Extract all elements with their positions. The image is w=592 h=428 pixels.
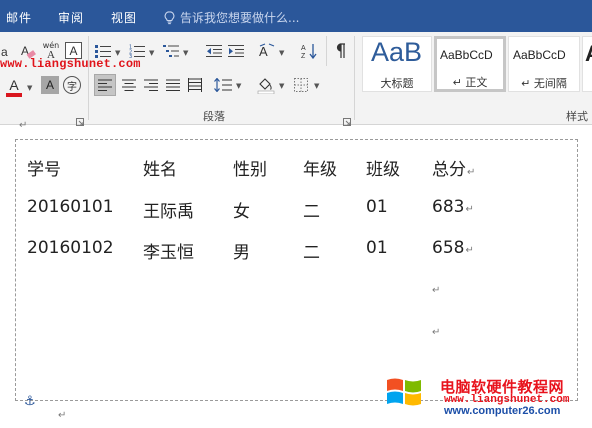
inner-separator xyxy=(326,36,327,66)
row2-name: 李玉恒 xyxy=(143,243,194,263)
enclose-characters-button[interactable]: 字 xyxy=(63,76,81,94)
style-normal-tile[interactable]: AaBbCcD ↵ 正文 xyxy=(434,36,506,92)
sort-icon[interactable]: AZ xyxy=(300,42,318,60)
row2-student-id: 20160102 xyxy=(27,238,114,258)
watermark-url-top: www.liangshunet.com xyxy=(0,57,141,71)
justify-button[interactable] xyxy=(162,74,184,96)
tell-me-placeholder: 告诉我您想要做什么... xyxy=(180,11,300,25)
bullets-dropdown-icon[interactable]: ▼ xyxy=(115,49,120,57)
style-partial-sample: A xyxy=(585,41,592,67)
row2-total: 658↵ xyxy=(432,238,474,258)
paragraph-mark: ↵ xyxy=(465,245,474,256)
style-partial-tile[interactable]: A xyxy=(582,36,592,92)
font-color-dropdown-icon[interactable]: ▼ xyxy=(27,84,32,92)
paragraph-mark: ↵ xyxy=(465,204,474,215)
font-color-swatch xyxy=(6,92,22,97)
header-student-id: 学号 xyxy=(27,160,61,180)
row1-class: 01 xyxy=(366,197,388,217)
style-no-spacing-tile[interactable]: AaBbCcD ↵ 无间隔 xyxy=(508,36,580,92)
row2-gender: 男 xyxy=(233,243,250,263)
numbering-icon[interactable]: 123 xyxy=(128,42,146,60)
group-separator xyxy=(354,36,355,120)
show-hide-marks-icon[interactable] xyxy=(331,42,349,60)
lightbulb-icon xyxy=(164,10,175,25)
distributed-align-button[interactable] xyxy=(184,74,206,96)
asian-layout-dropdown-icon[interactable]: ▼ xyxy=(279,49,284,57)
header-total: 总分↵ xyxy=(432,160,476,180)
row2-grade: 二 xyxy=(303,243,320,263)
numbering-dropdown-icon[interactable]: ▼ xyxy=(149,49,154,57)
borders-icon[interactable] xyxy=(290,74,312,96)
line-spacing-dropdown-icon[interactable]: ▼ xyxy=(236,82,241,90)
text-box[interactable]: 学号 姓名 性别 年级 班级 总分↵ 20160101 王际禹 女 二 01 6… xyxy=(15,139,578,401)
watermark-url-2: www.computer26.com xyxy=(444,405,561,417)
borders-dropdown-icon[interactable]: ▼ xyxy=(314,82,319,90)
style-no-spacing-name: ↵ 无间隔 xyxy=(521,77,567,90)
windows-logo-icon xyxy=(386,375,422,409)
paragraph-mark: ↵ xyxy=(467,167,476,178)
row1-student-id: 20160101 xyxy=(27,197,114,217)
style-heading-sample: AaB xyxy=(371,37,423,67)
tab-review[interactable]: 审阅 xyxy=(58,9,84,26)
align-center-button[interactable] xyxy=(118,74,140,96)
tab-mailings[interactable]: 邮件 xyxy=(6,9,32,26)
header-grade: 年级 xyxy=(303,160,337,180)
svg-text:A: A xyxy=(301,45,306,52)
shading-paint-bucket-icon[interactable] xyxy=(255,74,277,96)
row1-grade: 二 xyxy=(303,202,320,222)
asian-layout-icon[interactable]: A xyxy=(257,42,277,60)
font-dialog-launcher-icon[interactable] xyxy=(76,111,84,126)
header-gender: 性别 xyxy=(233,160,267,180)
svg-text:3: 3 xyxy=(129,54,132,58)
ribbon: a A wén A A www.liangshunet.com A ▼ A 字 … xyxy=(0,32,592,126)
svg-text:Z: Z xyxy=(301,53,306,59)
row2-class: 01 xyxy=(366,238,388,258)
paragraph-mark: ↵ xyxy=(19,120,28,131)
style-heading-tile[interactable]: AaB 大标题 xyxy=(362,36,432,92)
style-normal-name: ↵ 正文 xyxy=(452,76,488,89)
tell-me-search[interactable]: 告诉我您想要做什么... xyxy=(164,9,299,26)
paragraph-mark: ↵ xyxy=(58,410,67,421)
row1-name: 王际禹 xyxy=(143,202,194,222)
styles-group-label: 样式 xyxy=(566,110,588,123)
site-watermark: 电脑软硬件教程网 www.liangshunet.com www.compute… xyxy=(384,372,592,428)
anchor-icon[interactable]: ⚓ xyxy=(24,394,36,409)
paragraph-mark: ↵ xyxy=(432,285,441,296)
row1-gender: 女 xyxy=(233,202,250,222)
shading-dropdown-icon[interactable]: ▼ xyxy=(279,82,284,90)
row1-total: 683↵ xyxy=(432,197,474,217)
header-class: 班级 xyxy=(366,160,400,180)
line-spacing-icon[interactable] xyxy=(212,74,234,96)
font-color-button[interactable]: A xyxy=(4,76,24,98)
menu-bar: 邮件 审阅 视图 告诉我您想要做什么... xyxy=(0,0,592,32)
style-no-spacing-sample: AaBbCcD xyxy=(513,48,566,62)
bullets-icon[interactable] xyxy=(94,42,112,60)
character-shading-button[interactable]: A xyxy=(41,76,59,94)
style-heading-name: 大标题 xyxy=(380,77,414,90)
increase-indent-icon[interactable] xyxy=(227,42,245,60)
paragraph-group-label: 段落 xyxy=(203,110,225,123)
style-normal-sample: AaBbCcD xyxy=(440,48,493,62)
tab-view[interactable]: 视图 xyxy=(111,9,137,26)
paragraph-dialog-launcher-icon[interactable] xyxy=(343,111,351,126)
align-right-button[interactable] xyxy=(140,74,162,96)
group-separator xyxy=(88,36,89,120)
align-left-button[interactable] xyxy=(94,74,116,96)
multilevel-dropdown-icon[interactable]: ▼ xyxy=(183,49,188,57)
multilevel-list-icon[interactable] xyxy=(162,42,180,60)
header-name: 姓名 xyxy=(143,160,177,180)
decrease-indent-icon[interactable] xyxy=(205,42,223,60)
paragraph-mark: ↵ xyxy=(432,327,441,338)
